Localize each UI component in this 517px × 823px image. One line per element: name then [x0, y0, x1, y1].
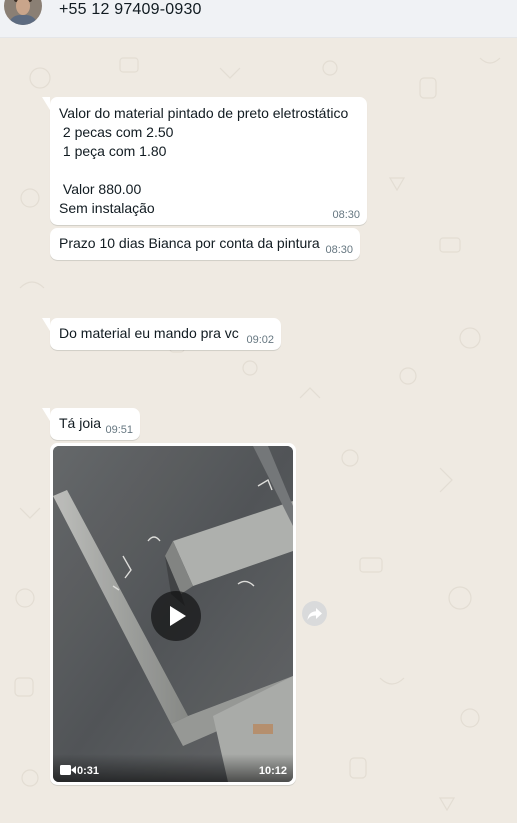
message-time: 08:30: [325, 244, 353, 256]
message-text: Valor do material pintado de preto eletr…: [59, 105, 349, 216]
message-bubble[interactable]: Prazo 10 dias Bianca por conta da pintur…: [50, 228, 360, 260]
chat-header[interactable]: +55 12 97409-0930: [0, 0, 517, 38]
video-camera-icon: [60, 765, 76, 775]
message-bubble[interactable]: Tá joia 09:51: [42, 408, 140, 440]
message-text: Prazo 10 dias Bianca por conta da pintur…: [59, 235, 320, 251]
message-time: 09:51: [105, 424, 133, 436]
video-info-bar: 0:31 10:12: [53, 754, 293, 782]
contact-avatar[interactable]: [4, 0, 42, 25]
video-message[interactable]: 0:31 10:12: [50, 443, 296, 785]
contact-name[interactable]: +55 12 97409-0930: [59, 1, 202, 19]
message-time: 09:02: [246, 334, 274, 346]
bubble-tail: [42, 318, 50, 331]
forward-button[interactable]: [302, 601, 327, 626]
message-time: 10:12: [258, 765, 287, 777]
bubble-tail: [42, 97, 50, 110]
message-text: Do material eu mando pra vc: [59, 325, 239, 341]
play-icon: [170, 606, 186, 626]
message-bubble[interactable]: Do material eu mando pra vc 09:02: [42, 318, 281, 350]
video-duration: 0:31: [77, 765, 100, 777]
video-thumbnail[interactable]: 0:31 10:12: [53, 446, 293, 782]
bubble-tail: [42, 408, 50, 421]
forward-icon: [307, 608, 322, 620]
message-bubble[interactable]: Valor do material pintado de preto eletr…: [42, 97, 367, 225]
message-time: 08:30: [332, 209, 360, 221]
play-button[interactable]: [151, 591, 201, 641]
